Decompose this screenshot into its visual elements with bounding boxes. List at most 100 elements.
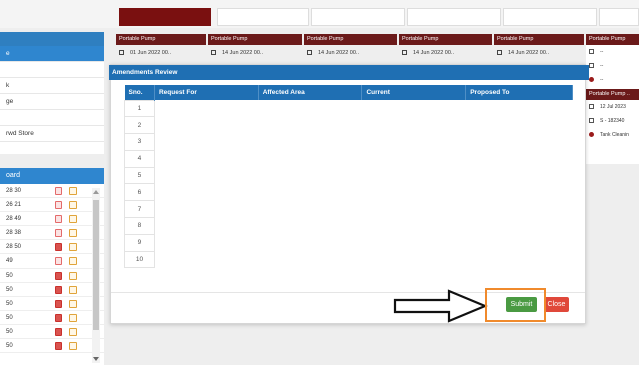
card-row-text: Tank Cleanin: [600, 132, 629, 138]
card-title[interactable]: Portable Pump: [116, 34, 206, 45]
top-bar: [0, 0, 639, 28]
row-value: 28 50: [6, 244, 22, 251]
card-row-text: 12 Jul 2023: [600, 104, 626, 110]
edit-icon[interactable]: [69, 342, 77, 351]
amendments-table: Sno. Request For Affected Area Current P…: [124, 85, 573, 269]
calendar-icon: [497, 50, 502, 56]
row-value: 49: [6, 258, 13, 265]
table-cell: [154, 184, 572, 201]
scrollbar[interactable]: [92, 188, 100, 363]
board-title: oard: [0, 168, 104, 184]
card-title[interactable]: Portable Pump: [586, 34, 639, 45]
card-row-text: --: [600, 49, 604, 55]
delete-icon[interactable]: [55, 257, 62, 266]
table-row: 1: [124, 99, 573, 118]
list-item: 49: [0, 254, 104, 269]
card-date: 14 Jun 2022 00..: [399, 47, 454, 59]
edit-icon[interactable]: [69, 229, 77, 238]
scroll-thumb[interactable]: [93, 200, 99, 330]
delete-icon[interactable]: [55, 215, 62, 224]
scroll-up-icon[interactable]: [93, 190, 99, 194]
list-item: 50: [0, 311, 104, 325]
row-value: 28 49: [6, 216, 22, 223]
table-row: 6: [124, 183, 573, 202]
table-row: 3: [124, 133, 573, 151]
delete-icon[interactable]: [55, 201, 62, 210]
modal-title: Amendments Review: [109, 65, 589, 80]
card-row: --: [586, 45, 639, 59]
table-row: 2: [124, 116, 573, 135]
edit-icon[interactable]: [69, 285, 77, 294]
left-menu: e k ge rwd Store: [0, 32, 104, 154]
delete-icon[interactable]: [55, 342, 62, 351]
delete-icon[interactable]: [55, 327, 62, 336]
top-tile[interactable]: [407, 8, 501, 26]
edit-icon[interactable]: [69, 271, 77, 280]
list-item: 28 30: [0, 184, 104, 199]
list-item: 28 38: [0, 226, 104, 241]
menu-item[interactable]: rwd Store: [0, 126, 104, 142]
menu-item[interactable]: ge: [0, 94, 104, 110]
board-panel: oard 28 30 26 21 28 49 28 38 28 50 49 50…: [0, 168, 104, 365]
row-number: 10: [124, 250, 155, 269]
top-tile[interactable]: [311, 8, 405, 26]
table-row: 7: [124, 200, 573, 219]
top-tile[interactable]: [599, 8, 639, 26]
menu-item[interactable]: [0, 110, 104, 126]
menu-item[interactable]: e: [0, 46, 104, 62]
edit-icon[interactable]: [69, 201, 77, 210]
close-button[interactable]: Close: [544, 297, 569, 312]
row-number: 7: [124, 200, 155, 219]
top-tile[interactable]: [119, 8, 211, 26]
table-cell: [154, 234, 572, 251]
top-tile[interactable]: [217, 8, 309, 26]
alert-icon: [589, 132, 594, 138]
delete-icon[interactable]: [55, 187, 62, 195]
card-date-text: 14 Jun 2022 00..: [508, 50, 549, 56]
table-cell: [154, 134, 572, 151]
delete-icon[interactable]: [55, 285, 62, 294]
card-title[interactable]: Portable Pump: [399, 34, 492, 45]
card-date-text: 14 Jun 2022 00..: [318, 50, 359, 56]
table-cell: [154, 167, 572, 184]
edit-icon[interactable]: [69, 299, 77, 308]
edit-icon[interactable]: [69, 327, 77, 336]
card-row: Tank Cleanin: [586, 128, 639, 142]
card-row: S - 182340: [586, 114, 639, 128]
card-row: --: [586, 59, 639, 73]
top-tile[interactable]: [503, 8, 597, 26]
table-row: 9: [124, 233, 573, 252]
edit-icon[interactable]: [69, 187, 77, 195]
scroll-down-icon[interactable]: [93, 357, 99, 361]
delete-icon[interactable]: [55, 271, 62, 280]
highlight-box: [485, 288, 546, 322]
delete-icon[interactable]: [55, 313, 62, 322]
edit-icon[interactable]: [69, 215, 77, 224]
card-title[interactable]: Portable Pump: [304, 34, 397, 45]
card-date: 14 Jun 2022 00..: [494, 47, 549, 59]
card-title[interactable]: Portable Pump: [494, 34, 584, 45]
edit-icon[interactable]: [69, 243, 77, 252]
row-number: 9: [124, 233, 155, 252]
table-row: 10: [124, 250, 573, 269]
card-title[interactable]: Portable Pump: [208, 34, 302, 45]
card-row-text: --: [600, 63, 604, 69]
card-row: 12 Jul 2023: [586, 100, 639, 114]
row-number: 5: [124, 166, 155, 185]
menu-item[interactable]: [0, 62, 104, 78]
list-item: 50: [0, 339, 104, 354]
row-value: 28 30: [6, 188, 22, 194]
delete-icon[interactable]: [55, 243, 62, 252]
edit-icon[interactable]: [69, 313, 77, 322]
card-row-text: S - 182340: [600, 118, 625, 124]
delete-icon[interactable]: [55, 229, 62, 238]
alert-icon: [589, 77, 594, 83]
card-title[interactable]: Portable Pump ..: [586, 89, 639, 100]
row-value: 50: [6, 328, 13, 335]
table-cell: [154, 117, 572, 134]
edit-icon[interactable]: [69, 257, 77, 266]
table-row: 5: [124, 166, 573, 185]
delete-icon[interactable]: [55, 299, 62, 308]
vehicle-icon: [589, 63, 594, 69]
menu-item[interactable]: k: [0, 78, 104, 94]
